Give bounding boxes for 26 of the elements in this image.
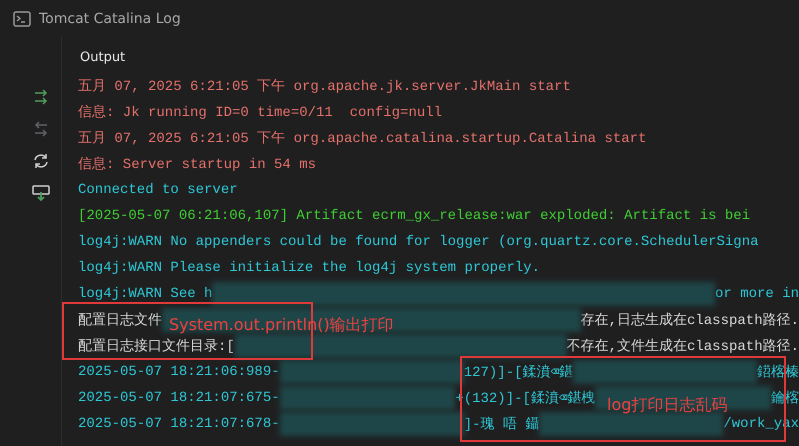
log-text: 2025-05-07 18:21:06:989- — [78, 364, 280, 380]
log-text: 五月 07, 2025 6:21:05 下午 org.apache.jk.server.JkMain start — [78, 78, 571, 95]
window-title: Tomcat Catalina Log — [39, 10, 181, 26]
log-text: 配置日志接口文件目录:[ — [78, 337, 235, 355]
log-text: 存在,日志生成在classpath路径. — [580, 311, 799, 329]
log-text: 信息: Jk running ID=0 time=0/11 config=null — [78, 104, 442, 121]
log-text: 信息: Server startup in 54 ms — [78, 156, 316, 173]
log-text: 不存在,文件生成在classpath路径. — [566, 337, 799, 355]
log-text: 127)]-[鍒濆⌫鍖 — [464, 364, 573, 381]
log-text: 五月 07, 2025 6:21:05 下午 org.apache.catalina.startup.Catalina start — [78, 130, 646, 147]
log-text: 鑰楁 — [771, 389, 799, 407]
log-text: [2025-05-07 06:21:06,107] Artifact ecrm_gx_release:war exploded: Artifact is bei — [78, 208, 750, 224]
log-text: Connected to server — [78, 182, 238, 198]
log-text: 2025-05-07 18:21:07:678- — [78, 416, 280, 432]
log-text: log4j:WARN See h — [78, 286, 212, 302]
log-text: log4j:WARN Please initialize the log4j system properly. — [78, 260, 540, 276]
log-text: 鍣楁榛 — [757, 363, 799, 381]
log-text: ]-瑰 唔 鑷 — [464, 416, 540, 433]
output-label: Output — [80, 49, 126, 67]
log-text: log4j:WARN No appenders could be found for logger (org.quartz.core.SchedulerSigna — [78, 234, 759, 250]
terminal-icon — [13, 10, 31, 26]
log-text: 配置日志文件 — [78, 311, 162, 329]
scroll-down-icon[interactable] — [30, 183, 50, 203]
log-text: or more in — [714, 286, 799, 302]
annotation-text: log打印日志乱码 — [607, 395, 728, 416]
log-text: 2025-05-07 18:21:07:675- — [78, 390, 280, 406]
